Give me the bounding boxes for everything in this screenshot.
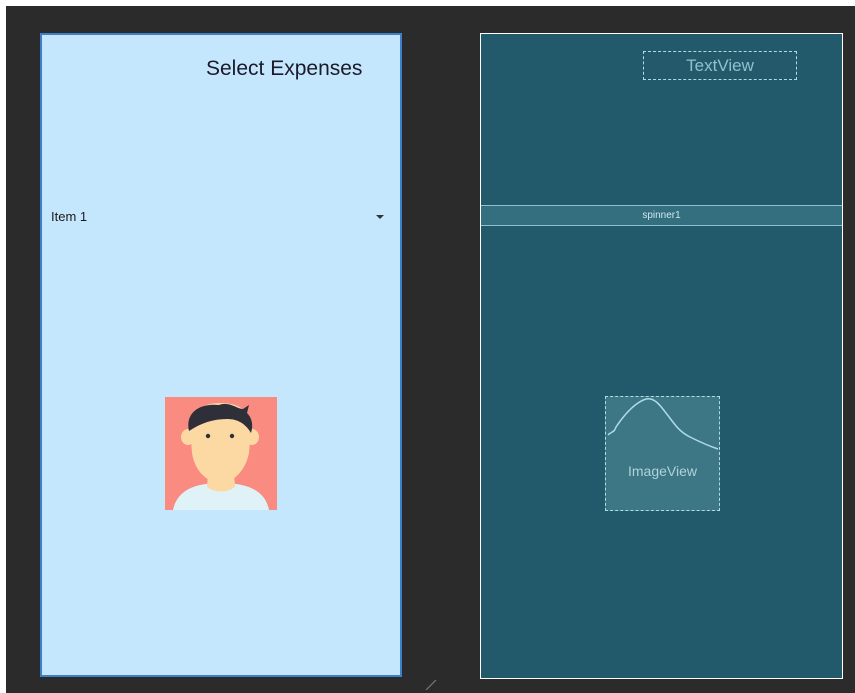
avatar-person-icon (165, 397, 277, 510)
avatar-imageview[interactable] (165, 397, 277, 510)
resize-handle-icon[interactable] (424, 680, 438, 690)
blueprint-textview[interactable]: TextView (643, 51, 797, 80)
spinner-selected-value: Item 1 (51, 209, 88, 224)
blueprint-preview[interactable]: TextView spinner1 ImageView (480, 33, 843, 679)
imageview-label: ImageView (627, 463, 697, 479)
design-preview[interactable]: Select Expenses Item 1 (40, 33, 402, 677)
blueprint-imageview[interactable]: ImageView (605, 396, 720, 511)
image-placeholder-icon (607, 397, 719, 450)
blueprint-spinner[interactable]: spinner1 (481, 205, 842, 226)
expense-spinner[interactable]: Item 1 (42, 205, 400, 231)
dropdown-arrow-icon (376, 215, 384, 219)
title-textview[interactable]: Select Expenses (206, 57, 362, 81)
